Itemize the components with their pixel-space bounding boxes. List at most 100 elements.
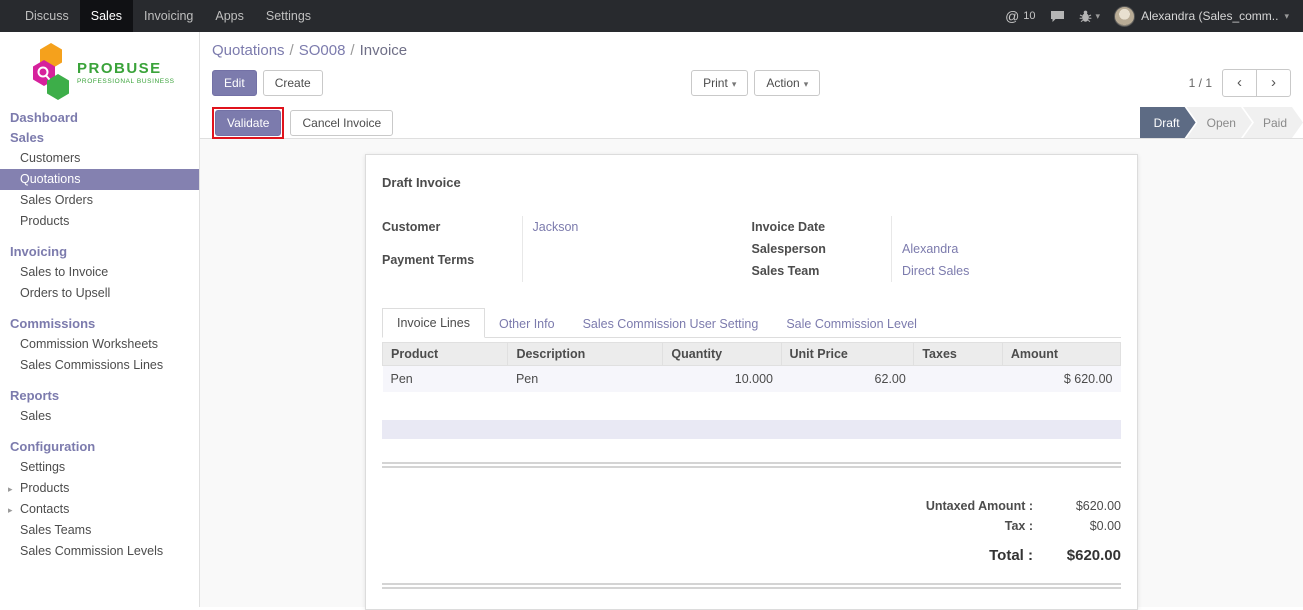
sidebar-item-customers[interactable]: Customers <box>0 148 199 169</box>
breadcrumb-separator: / <box>345 42 359 59</box>
header-description: Description <box>508 343 663 366</box>
user-menu[interactable]: Alexandra (Sales_comm.. ▾ <box>1114 6 1289 27</box>
edit-button[interactable]: Edit <box>212 70 257 96</box>
breadcrumb-so008[interactable]: SO008 <box>299 42 346 59</box>
untaxed-amount-value: $620.00 <box>1043 499 1121 513</box>
header-product: Product <box>383 343 508 366</box>
sidebar-item-sales-orders[interactable]: Sales Orders <box>0 190 199 211</box>
field-group-left: Customer Jackson Payment Terms <box>382 216 752 282</box>
tab-sale-commission-level[interactable]: Sale Commission Level <box>772 310 931 338</box>
invoice-lines-table: Product Description Quantity Unit Price … <box>382 342 1121 392</box>
sidebar-item-commission-worksheets[interactable]: Commission Worksheets <box>0 334 199 355</box>
breadcrumb-current: Invoice <box>360 42 408 59</box>
status-draft[interactable]: Draft <box>1140 107 1196 138</box>
probuse-logo: PROBUSE PROFESSIONAL BUSINESS <box>0 32 199 108</box>
status-paid[interactable]: Paid <box>1243 107 1303 138</box>
sales-team-value-link[interactable]: Direct Sales <box>902 264 969 278</box>
tab-invoice-lines[interactable]: Invoice Lines <box>382 308 485 338</box>
menu-settings[interactable]: Settings <box>255 0 322 32</box>
logo-subtitle: PROFESSIONAL BUSINESS <box>77 78 175 85</box>
sidebar-item-sales-to-invoice[interactable]: Sales to Invoice <box>0 262 199 283</box>
notebook-tabs: Invoice Lines Other Info Sales Commissio… <box>382 308 1121 338</box>
print-dropdown-button[interactable]: Print▾ <box>691 70 748 96</box>
header-taxes: Taxes <box>914 343 1003 366</box>
action-dropdown-button[interactable]: Action ▾ <box>754 70 820 96</box>
cancel-invoice-button[interactable]: Cancel Invoice <box>290 110 393 136</box>
sidebar-heading-commissions[interactable]: Commissions <box>0 314 199 334</box>
tab-sales-commission-user-setting[interactable]: Sales Commission User Setting <box>569 310 773 338</box>
sidebar-heading-dashboard[interactable]: Dashboard <box>0 108 199 128</box>
cell-amount: $ 620.00 <box>1002 366 1120 393</box>
probuse-logo-icon <box>32 41 70 103</box>
create-button[interactable]: Create <box>263 70 323 96</box>
app-body: PROBUSE PROFESSIONAL BUSINESS Dashboard … <box>0 32 1303 607</box>
cell-unit-price: 62.00 <box>781 366 914 393</box>
top-navbar: Discuss Sales Invoicing Apps Settings @ … <box>0 0 1303 32</box>
form-view-area: Draft Invoice Customer Jackson Payment T… <box>200 139 1303 610</box>
total-value: $620.00 <box>1043 547 1121 564</box>
cell-product: Pen <box>383 366 508 393</box>
invoice-title: Draft Invoice <box>382 175 1121 190</box>
payment-terms-value <box>522 249 752 282</box>
cell-taxes <box>914 366 1003 393</box>
at-icon: @ <box>1005 8 1019 24</box>
caret-down-icon: ▾ <box>804 79 809 89</box>
salesperson-value-link[interactable]: Alexandra <box>902 242 958 256</box>
sidebar-heading-invoicing[interactable]: Invoicing <box>0 242 199 262</box>
status-open[interactable]: Open <box>1187 107 1252 138</box>
tab-other-info[interactable]: Other Info <box>485 310 569 338</box>
pager-next-button[interactable]: › <box>1256 69 1291 97</box>
menu-sales[interactable]: Sales <box>80 0 133 32</box>
sidebar-item-reports-sales[interactable]: Sales <box>0 406 199 427</box>
customer-value-link[interactable]: Jackson <box>533 220 579 234</box>
salesperson-label: Salesperson <box>752 238 892 260</box>
statusbar: Validate Cancel Invoice Draft Open Paid <box>200 107 1303 139</box>
logo-title: PROBUSE <box>77 60 175 77</box>
header-amount: Amount <box>1002 343 1120 366</box>
sidebar-item-label: Products <box>20 481 69 495</box>
user-name: Alexandra (Sales_comm.. <box>1141 9 1278 23</box>
menu-apps[interactable]: Apps <box>204 0 255 32</box>
invoice-line-row[interactable]: Pen Pen 10.000 62.00 $ 620.00 <box>383 366 1121 393</box>
customer-label: Customer <box>382 216 522 249</box>
breadcrumb-quotations[interactable]: Quotations <box>212 42 285 59</box>
tax-label: Tax : <box>811 519 1043 533</box>
caret-down-icon: ▾ <box>732 79 737 89</box>
sidebar-item-sales-commissions-lines[interactable]: Sales Commissions Lines <box>0 355 199 376</box>
sidebar-item-config-products[interactable]: ▸Products <box>0 478 199 499</box>
sidebar-menu: Dashboard Sales Customers Quotations Sal… <box>0 108 199 562</box>
messages-button[interactable] <box>1050 10 1065 23</box>
menu-discuss[interactable]: Discuss <box>14 0 80 32</box>
top-menu: Discuss Sales Invoicing Apps Settings <box>0 0 322 32</box>
payment-terms-label: Payment Terms <box>382 249 522 282</box>
bottom-separator <box>382 583 1121 589</box>
action-label: Action <box>766 76 799 90</box>
mention-indicator[interactable]: @ 10 <box>1005 8 1035 24</box>
breadcrumb-separator: / <box>285 42 299 59</box>
header-quantity: Quantity <box>663 343 781 366</box>
pager-previous-button[interactable]: ‹ <box>1222 69 1257 97</box>
caret-down-icon: ▾ <box>1096 11 1101 22</box>
empty-row-placeholder <box>382 420 1121 439</box>
debug-menu-button[interactable]: ▾ <box>1079 10 1101 23</box>
validate-button[interactable]: Validate <box>215 110 281 136</box>
sidebar-heading-reports[interactable]: Reports <box>0 386 199 406</box>
breadcrumb: Quotations/SO008/Invoice <box>212 42 1291 59</box>
sidebar-item-sales-commission-levels[interactable]: Sales Commission Levels <box>0 541 199 562</box>
header-unit-price: Unit Price <box>781 343 914 366</box>
bug-icon <box>1079 10 1092 23</box>
field-groups: Customer Jackson Payment Terms Invoice D… <box>382 216 1121 282</box>
sidebar-item-quotations[interactable]: Quotations <box>0 169 199 190</box>
sidebar-item-products[interactable]: Products <box>0 211 199 232</box>
sidebar-item-config-settings[interactable]: Settings <box>0 457 199 478</box>
sidebar-item-label: Contacts <box>20 502 69 516</box>
sidebar-heading-configuration[interactable]: Configuration <box>0 437 199 457</box>
invoice-sheet: Draft Invoice Customer Jackson Payment T… <box>365 154 1138 610</box>
menu-invoicing[interactable]: Invoicing <box>133 0 204 32</box>
sidebar-heading-sales[interactable]: Sales <box>0 128 199 148</box>
sidebar-item-sales-teams[interactable]: Sales Teams <box>0 520 199 541</box>
sidebar-item-orders-to-upsell[interactable]: Orders to Upsell <box>0 283 199 304</box>
total-label: Total : <box>811 547 1043 564</box>
main-content: Quotations/SO008/Invoice Edit Create Pri… <box>200 32 1303 607</box>
sidebar-item-config-contacts[interactable]: ▸Contacts <box>0 499 199 520</box>
